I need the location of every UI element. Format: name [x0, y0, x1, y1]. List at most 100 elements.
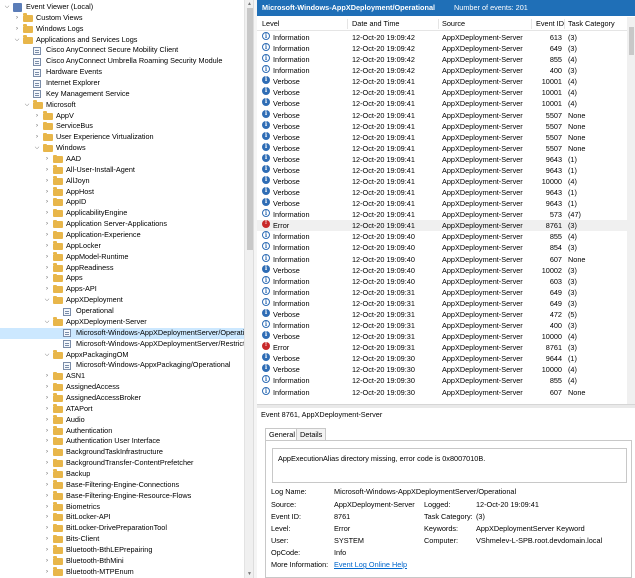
tree-item[interactable]: › Bluetooth-BthMini — [0, 556, 244, 567]
tree-item[interactable]: › ASN1 — [0, 371, 244, 382]
event-row[interactable]: Verbose 12-Oct-20 19:09:41 AppXDeployment-… — [257, 152, 627, 165]
chevron-right-icon[interactable]: › — [43, 491, 51, 502]
events-scrollbar-thumb[interactable] — [628, 27, 634, 55]
event-row[interactable]: Verbose 12-Oct-20 19:09:30 AppXDeployment-… — [257, 351, 627, 364]
event-row[interactable]: Information 12-Oct-20 19:09:31 AppXDeploym… — [257, 297, 627, 309]
chevron-right-icon[interactable]: › — [43, 154, 51, 165]
event-row[interactable]: Information 12-Oct-20 19:09:41 AppXDeploym… — [257, 208, 627, 220]
chevron-down-icon[interactable]: ⌵ — [33, 143, 41, 154]
column-separator[interactable] — [438, 19, 439, 29]
chevron-right-icon[interactable]: › — [33, 121, 41, 132]
tree-item[interactable]: › Base-Filtering-Engine-Connections — [0, 480, 244, 491]
chevron-right-icon[interactable]: › — [43, 512, 51, 523]
tree-item[interactable]: Microsoft-Windows-AppXDeploymentServer/R… — [0, 339, 244, 350]
event-row[interactable]: Information 12-Oct-20 19:09:31 AppXDeploym… — [257, 286, 627, 298]
chevron-right-icon[interactable]: › — [43, 404, 51, 415]
event-row[interactable]: Verbose 12-Oct-20 19:09:31 AppXDeployment-… — [257, 307, 627, 320]
event-row[interactable]: Information 12-Oct-20 19:09:42 AppXDeploym… — [257, 64, 627, 76]
chevron-right-icon[interactable]: › — [43, 534, 51, 545]
chevron-right-icon[interactable]: › — [43, 393, 51, 404]
tree-item[interactable]: › Apps — [0, 273, 244, 284]
tree-item[interactable]: › BackgroundTransfer-ContentPrefetcher — [0, 458, 244, 469]
tree-item[interactable]: Internet Explorer — [0, 78, 244, 89]
tree-scrollbar[interactable]: ▲ ▼ — [244, 0, 253, 578]
chevron-right-icon[interactable]: › — [43, 447, 51, 458]
chevron-right-icon[interactable]: › — [43, 284, 51, 295]
event-row[interactable]: Information 12-Oct-20 19:09:30 AppXDeploym… — [257, 386, 627, 398]
event-row[interactable]: Verbose 12-Oct-20 19:09:41 AppXDeployment-… — [257, 141, 627, 154]
tree-item[interactable]: › Bluetooth-MTPEnum — [0, 567, 244, 578]
chevron-right-icon[interactable]: › — [43, 165, 51, 176]
event-row[interactable]: Verbose 12-Oct-20 19:09:41 AppXDeployment-… — [257, 119, 627, 132]
chevron-right-icon[interactable]: › — [43, 230, 51, 241]
event-row[interactable]: Information 12-Oct-20 19:09:40 AppXDeploym… — [257, 275, 627, 287]
chevron-right-icon[interactable]: › — [43, 263, 51, 274]
chevron-right-icon[interactable]: › — [43, 187, 51, 198]
chevron-right-icon[interactable]: › — [13, 13, 21, 24]
tree-item[interactable]: › AllJoyn — [0, 176, 244, 187]
tree-item[interactable]: › Biometrics — [0, 502, 244, 513]
column-separator[interactable] — [564, 19, 565, 29]
tree-item[interactable]: Microsoft-Windows-AppXDeploymentServer/O… — [0, 327, 244, 339]
tree-item[interactable]: › All-User-Install-Agent — [0, 165, 244, 176]
event-row[interactable]: Verbose 12-Oct-20 19:09:31 AppXDeployment-… — [257, 329, 627, 342]
event-row[interactable]: Verbose 12-Oct-20 19:09:41 AppXDeployment-… — [257, 163, 627, 176]
tree-item[interactable]: › ServiceBus — [0, 121, 244, 132]
chevron-right-icon[interactable]: › — [43, 523, 51, 534]
chevron-right-icon[interactable]: › — [43, 545, 51, 556]
event-row[interactable]: Verbose 12-Oct-20 19:09:41 AppXDeployment-… — [257, 85, 627, 98]
tree-item[interactable]: › Windows Logs — [0, 24, 244, 35]
event-row[interactable]: Information 12-Oct-20 19:09:40 AppXDeploym… — [257, 230, 627, 242]
tree-item[interactable]: Key Management Service — [0, 89, 244, 100]
chevron-right-icon[interactable]: › — [43, 415, 51, 426]
tree-item[interactable]: › BitLocker-DrivePreparationTool — [0, 523, 244, 534]
chevron-down-icon[interactable]: ⌵ — [43, 350, 51, 361]
chevron-down-icon[interactable]: ⌵ — [3, 2, 11, 13]
tree-item[interactable]: › User Experience Virtualization — [0, 132, 244, 143]
tree-item[interactable]: › BackgroundTaskInfrastructure — [0, 447, 244, 458]
tree-item[interactable]: › Authentication User Interface — [0, 436, 244, 447]
tree-item[interactable]: Operational — [0, 306, 244, 317]
chevron-right-icon[interactable]: › — [43, 556, 51, 567]
column-datetime[interactable]: Date and Time — [352, 17, 399, 31]
chevron-right-icon[interactable]: › — [43, 241, 51, 252]
chevron-right-icon[interactable]: › — [43, 219, 51, 230]
tree-item[interactable]: › AssignedAccessBroker — [0, 393, 244, 404]
event-row[interactable]: Information 12-Oct-20 19:09:31 AppXDeploym… — [257, 319, 627, 331]
column-task-category[interactable]: Task Category — [568, 17, 615, 31]
tree-scrollbar-thumb[interactable] — [246, 8, 253, 250]
tree-item[interactable]: › Apps-API — [0, 284, 244, 295]
event-log-online-help-link[interactable]: Event Log Online Help — [334, 560, 407, 569]
column-event-id[interactable]: Event ID — [536, 17, 564, 31]
tab-details[interactable]: Details — [296, 428, 327, 440]
tree-item[interactable]: › Audio — [0, 415, 244, 426]
chevron-right-icon[interactable]: › — [43, 567, 51, 578]
chevron-right-icon[interactable]: › — [43, 436, 51, 447]
tree-item[interactable]: › AppLocker — [0, 241, 244, 252]
chevron-down-icon[interactable]: ⌵ — [43, 295, 51, 306]
event-row[interactable]: Verbose 12-Oct-20 19:09:41 AppXDeployment-… — [257, 185, 627, 198]
tree-item[interactable]: Microsoft-Windows-AppxPackaging/Operatio… — [0, 360, 244, 371]
chevron-right-icon[interactable]: › — [33, 132, 41, 143]
tree-item[interactable]: › ATAPort — [0, 404, 244, 415]
event-message-box[interactable]: AppExecutionAlias directory missing, err… — [272, 448, 627, 483]
tree-item[interactable]: › AppModel-Runtime — [0, 252, 244, 263]
event-row[interactable]: Verbose 12-Oct-20 19:09:30 AppXDeployment-… — [257, 362, 627, 375]
tree-item[interactable]: › AppHost — [0, 187, 244, 198]
event-row[interactable]: Error 12-Oct-20 19:09:41 AppXDeployment-Se… — [257, 218, 627, 232]
tree-item[interactable]: Hardware Events — [0, 67, 244, 78]
tree-item[interactable]: ⌵ Windows — [0, 143, 244, 154]
chevron-right-icon[interactable]: › — [43, 469, 51, 480]
event-row[interactable]: Information 12-Oct-20 19:09:42 AppXDeploym… — [257, 42, 627, 54]
tree-item[interactable]: › Custom Views — [0, 13, 244, 24]
tree-item[interactable]: › AppReadiness — [0, 263, 244, 274]
chevron-right-icon[interactable]: › — [43, 176, 51, 187]
chevron-right-icon[interactable]: › — [13, 24, 21, 35]
tree-item[interactable]: Cisco AnyConnect Secure Mobility Client — [0, 45, 244, 56]
tree-item[interactable]: › Application-Experience — [0, 230, 244, 241]
chevron-right-icon[interactable]: › — [43, 273, 51, 284]
chevron-down-icon[interactable]: ⌵ — [13, 35, 21, 46]
event-row[interactable]: Verbose 12-Oct-20 19:09:41 AppXDeployment-… — [257, 130, 627, 143]
event-row[interactable]: Verbose 12-Oct-20 19:09:41 AppXDeployment-… — [257, 74, 627, 87]
chevron-right-icon[interactable]: › — [43, 458, 51, 469]
